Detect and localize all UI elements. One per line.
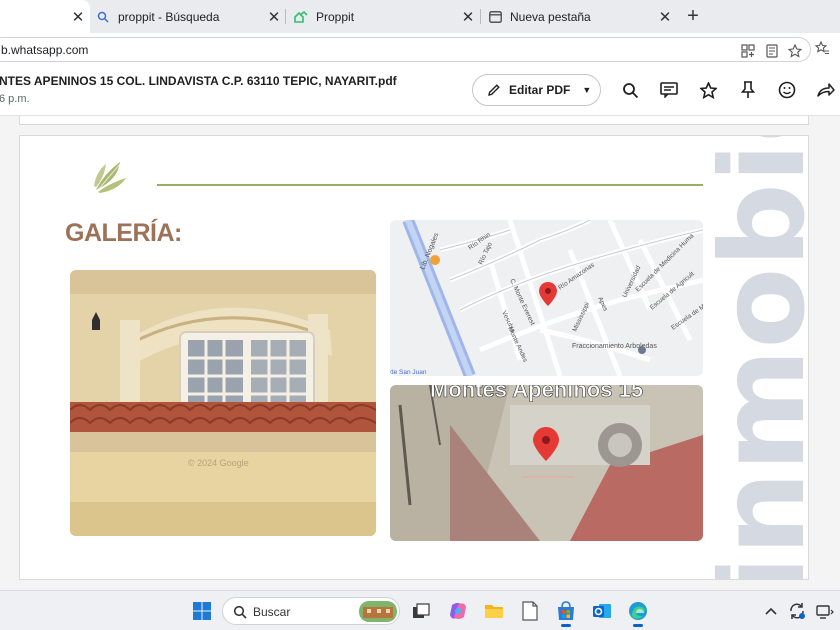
task-view-icon[interactable] xyxy=(410,600,432,622)
svg-text:inmobie: inmobie xyxy=(715,135,809,580)
tab-whatsapp[interactable]: ✕ xyxy=(0,0,90,33)
edit-pdf-button[interactable]: Editar PDF ▼ xyxy=(472,74,601,106)
pin-icon[interactable] xyxy=(738,80,758,100)
map-label-san-juan: de San Juan xyxy=(390,369,427,376)
url-text: b.whatsapp.com xyxy=(1,43,89,57)
network-icon[interactable] xyxy=(814,600,836,622)
address-bar[interactable]: b.whatsapp.com xyxy=(0,37,811,62)
street-map: Lib. Nogales Río Rhin Río Tajo Río Amazo… xyxy=(390,220,703,376)
comments-icon[interactable] xyxy=(659,80,679,100)
tab-strip: ✕ proppit - Búsqueda ✕ Proppit ✕ Nueva p… xyxy=(0,0,840,33)
copilot-icon[interactable] xyxy=(447,600,469,622)
pen-icon xyxy=(488,84,500,96)
taskbar: Buscar xyxy=(0,590,840,630)
satellite-address-label: Montes Apeninos 15 xyxy=(430,385,643,402)
share-icon[interactable] xyxy=(816,80,836,100)
start-icon[interactable] xyxy=(192,601,212,621)
notepad-icon[interactable] xyxy=(519,600,541,622)
previous-page-edge xyxy=(19,116,809,125)
taskbar-search-label: Buscar xyxy=(253,605,291,619)
edge-icon[interactable] xyxy=(627,600,649,627)
chevron-down-icon: ▼ xyxy=(582,85,592,95)
chevron-up-icon[interactable] xyxy=(760,600,782,622)
tab-proppit-busqueda[interactable]: proppit - Búsqueda ✕ xyxy=(88,0,286,33)
file-explorer-icon[interactable] xyxy=(483,600,505,622)
favorites-list-icon[interactable] xyxy=(815,41,829,55)
address-bar-row: b.whatsapp.com xyxy=(0,33,840,66)
gallery-heading: GALERÍA: xyxy=(65,219,182,247)
close-icon[interactable]: ✕ xyxy=(70,9,86,26)
newtab-icon xyxy=(488,10,502,24)
sync-icon[interactable] xyxy=(786,600,808,622)
outlook-icon[interactable] xyxy=(591,600,613,622)
leaf-logo-icon xyxy=(94,162,126,193)
search-icon xyxy=(233,605,247,619)
decorative-line xyxy=(157,184,703,186)
emoji-feedback-icon[interactable] xyxy=(777,80,797,100)
new-tab-button[interactable]: + xyxy=(683,6,703,27)
pdf-toolbar: NTES APENINOS 15 COL. LINDAVISTA C.P. 63… xyxy=(0,66,840,116)
search-highlight-image xyxy=(359,601,397,622)
pdf-file-time: 6 p.m. xyxy=(0,93,30,105)
pdf-viewer[interactable]: GALERÍA: © 2024 Google Lib. Nogales Río … xyxy=(0,116,840,590)
photo-watermark: © 2024 Google xyxy=(188,458,249,468)
tab-title: Proppit xyxy=(316,9,355,24)
close-icon[interactable]: ✕ xyxy=(460,9,476,26)
tab-title: proppit - Búsqueda xyxy=(118,9,220,24)
app-available-icon[interactable] xyxy=(741,44,755,58)
reader-mode-icon[interactable] xyxy=(765,44,779,58)
close-icon[interactable]: ✕ xyxy=(266,9,282,26)
side-brand-text: inmobie xyxy=(715,135,809,580)
house-photo: © 2024 Google xyxy=(70,270,376,536)
star-icon[interactable] xyxy=(698,80,718,100)
tab-nueva-pestana[interactable]: Nueva pestaña ✕ xyxy=(480,0,677,33)
close-icon[interactable]: ✕ xyxy=(657,9,673,26)
tab-title: Nueva pestaña xyxy=(510,9,591,24)
edit-pdf-label: Editar PDF xyxy=(509,83,571,97)
search-icon[interactable] xyxy=(620,80,640,100)
taskbar-search[interactable]: Buscar xyxy=(222,597,400,625)
tab-proppit[interactable]: Proppit ✕ xyxy=(286,0,480,33)
pdf-file-title: NTES APENINOS 15 COL. LINDAVISTA C.P. 63… xyxy=(0,74,397,88)
pdf-page: GALERÍA: © 2024 Google Lib. Nogales Río … xyxy=(19,135,809,580)
satellite-photo: Montes Apeninos 15 xyxy=(390,385,703,541)
proppit-icon xyxy=(294,10,308,24)
favorite-star-icon[interactable] xyxy=(788,44,802,58)
microsoft-store-icon[interactable] xyxy=(555,600,577,627)
search-icon xyxy=(96,10,110,24)
